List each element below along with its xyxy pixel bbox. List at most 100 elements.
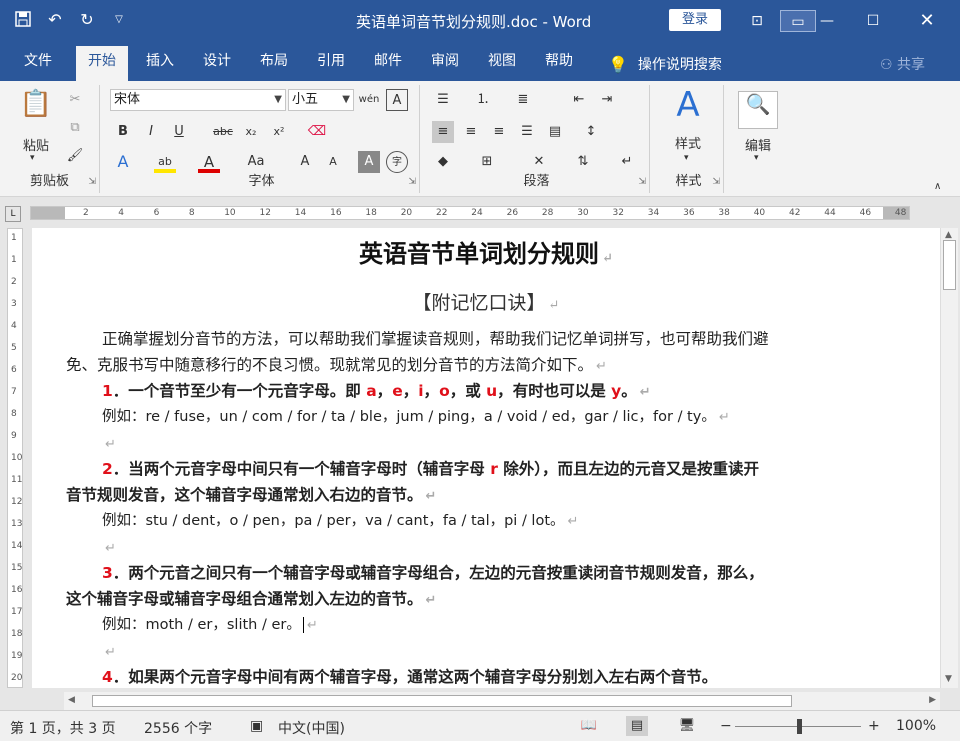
vowel: o <box>439 382 450 400</box>
editing-group: 🔍 编辑 ▾ <box>728 85 790 193</box>
tab-selector-icon[interactable]: L <box>5 206 21 222</box>
styles-launcher-icon[interactable]: ⇲ <box>712 177 720 187</box>
strikethrough-icon[interactable]: abc <box>212 121 234 143</box>
find-icon[interactable]: 🔍 <box>738 91 778 129</box>
font-name-select[interactable]: 宋体 ▼ <box>110 89 286 111</box>
increase-indent-icon[interactable]: ⇥ <box>596 89 618 111</box>
tell-me-search[interactable]: 💡 操作说明搜索 <box>608 54 722 74</box>
web-layout-icon[interactable]: 🖥 <box>676 716 698 736</box>
align-right-icon[interactable]: ≡ <box>488 121 510 143</box>
character-border-icon[interactable]: A <box>386 89 408 111</box>
bold-icon[interactable]: B <box>112 121 134 143</box>
scroll-thumb[interactable] <box>943 240 956 290</box>
distributed-icon[interactable]: ▤ <box>544 121 566 143</box>
tab-file[interactable]: 文件 <box>12 50 64 81</box>
paragraph-mark-icon: ↵ <box>105 437 116 452</box>
styles-icon[interactable]: A <box>668 85 708 125</box>
align-center-icon[interactable]: ≡ <box>460 121 482 143</box>
ruler-strip[interactable]: 2 4 6 8 10 12 14 16 18 20 22 24 26 28 30 32 34 36 38 40 42 44… <box>30 206 910 220</box>
login-button[interactable]: 登录 <box>669 9 721 31</box>
rule-text: 。 <box>621 382 637 400</box>
close-icon[interactable]: ✕ <box>916 10 938 32</box>
ruler-tick: 20 <box>400 208 413 218</box>
tab-view[interactable]: 视图 <box>476 50 528 81</box>
paragraph-group: ☰ ⒈ ≣ ⇤ ⇥ ≡ ≡ ≡ ☰ ▤ ↕ ◆ ⊞ ✕ ⇅ ↵ 段落 ⇲ <box>424 85 650 193</box>
vruler-tick: 9 <box>11 431 17 441</box>
tab-mailings[interactable]: 邮件 <box>362 50 414 81</box>
page-info[interactable]: 第 1 页，共 3 页 <box>10 718 116 738</box>
paste-button[interactable]: 粘贴 <box>16 135 56 154</box>
vowel: e <box>392 382 403 400</box>
styles-button[interactable]: 样式 <box>666 133 710 152</box>
tab-home[interactable]: 开始 <box>76 46 128 81</box>
tab-layout[interactable]: 布局 <box>248 50 300 81</box>
italic-icon[interactable]: I <box>140 121 162 143</box>
font-size-select[interactable]: 小五 ▼ <box>288 89 354 111</box>
tab-insert[interactable]: 插入 <box>134 50 186 81</box>
zoom-in-button[interactable]: + <box>868 718 880 734</box>
ruler-tick: 8 <box>188 208 195 218</box>
scroll-left-icon[interactable]: ◀ <box>68 695 75 705</box>
scroll-up-icon[interactable]: ▲ <box>945 230 952 240</box>
hscroll-thumb[interactable] <box>92 695 792 707</box>
print-layout-icon[interactable]: ▤ <box>626 716 648 736</box>
format-painter-icon[interactable]: 🖌 <box>64 145 86 167</box>
styles-dropdown-icon[interactable]: ▾ <box>684 153 689 163</box>
cut-icon[interactable]: ✂ <box>64 89 86 111</box>
example-text: 例如：re / fuse，un / com / for / ta / ble，j… <box>102 409 716 425</box>
underline-icon[interactable]: U <box>168 121 190 143</box>
document-page[interactable]: 英语音节单词划分规则 ↵ 【附记忆口诀】 ↵ 正确掌握划分音节的方法，可以帮助我们掌… <box>32 228 940 688</box>
editing-button[interactable]: 编辑 <box>738 135 778 154</box>
ribbon-tabs: 文件 开始 插入 设计 布局 引用 邮件 审阅 视图 帮助 💡 操作说明搜索 ⚇… <box>0 42 960 81</box>
bullets-icon[interactable]: ☰ <box>432 89 454 111</box>
line-spacing-icon[interactable]: ↕ <box>580 121 602 143</box>
align-left-icon[interactable]: ≡ <box>432 121 454 143</box>
horizontal-scrollbar[interactable]: ◀ ▶ <box>64 692 940 710</box>
tab-help[interactable]: 帮助 <box>533 50 585 81</box>
phonetic-guide-icon[interactable]: wén <box>358 89 380 111</box>
zoom-out-button[interactable]: − <box>720 718 732 734</box>
paste-icon[interactable]: 📋 <box>18 89 54 119</box>
editing-dropdown-icon[interactable]: ▾ <box>754 153 759 163</box>
customize-icon[interactable]: ▽ <box>108 8 130 30</box>
save-icon[interactable] <box>12 8 34 30</box>
paragraph-label: 段落 <box>523 174 550 189</box>
multilevel-list-icon[interactable]: ≣ <box>512 89 534 111</box>
clear-formatting-icon[interactable]: ⌫ <box>306 121 328 143</box>
restore-icon[interactable]: ▭ <box>780 10 816 32</box>
share-button[interactable]: ⚇ 共享 <box>880 54 925 74</box>
copy-icon[interactable]: ⧉ <box>64 117 86 139</box>
rule-text: ．当两个元音字母中间只有一个辅音字母时（辅音字母 <box>112 460 491 478</box>
undo-icon[interactable]: ↶ <box>44 8 66 30</box>
paste-dropdown-icon[interactable]: ▾ <box>30 153 35 163</box>
justify-icon[interactable]: ☰ <box>516 121 538 143</box>
zoom-level[interactable]: 100% <box>896 718 936 734</box>
superscript-icon[interactable]: x² <box>268 121 290 143</box>
language[interactable]: 中文(中国) <box>278 718 345 738</box>
ribbon-display-icon[interactable]: ⊡ <box>746 10 768 32</box>
rule-number: 4 <box>102 668 113 686</box>
ruler-tick: 4 <box>118 208 125 218</box>
redo-icon[interactable]: ↻ <box>76 8 98 30</box>
tab-review[interactable]: 审阅 <box>419 50 471 81</box>
maximize-icon[interactable]: ☐ <box>862 10 884 32</box>
tab-design[interactable]: 设计 <box>191 50 243 81</box>
zoom-slider-thumb[interactable] <box>797 719 802 734</box>
word-count[interactable]: 2556 个字 <box>144 718 212 738</box>
collapse-ribbon-icon[interactable]: ∧ <box>934 181 941 192</box>
subscript-icon[interactable]: x₂ <box>240 121 262 143</box>
decrease-indent-icon[interactable]: ⇤ <box>568 89 590 111</box>
clipboard-launcher-icon[interactable]: ⇲ <box>88 177 96 187</box>
scroll-right-icon[interactable]: ▶ <box>929 695 936 705</box>
paragraph-launcher-icon[interactable]: ⇲ <box>638 177 646 187</box>
minimize-icon[interactable]: — <box>816 10 838 32</box>
tab-references[interactable]: 引用 <box>305 50 357 81</box>
vertical-scrollbar[interactable]: ▲ ▼ <box>940 228 958 688</box>
proofing-icon[interactable]: ▣ <box>250 718 263 734</box>
numbering-icon[interactable]: ⒈ <box>472 89 494 111</box>
read-mode-icon[interactable]: 📖 <box>578 716 600 736</box>
title-text: 英语音节单词划分规则 <box>359 239 600 268</box>
scroll-down-icon[interactable]: ▼ <box>945 674 952 684</box>
font-launcher-icon[interactable]: ⇲ <box>408 177 416 187</box>
empty-paragraph: ↵ <box>102 534 932 562</box>
